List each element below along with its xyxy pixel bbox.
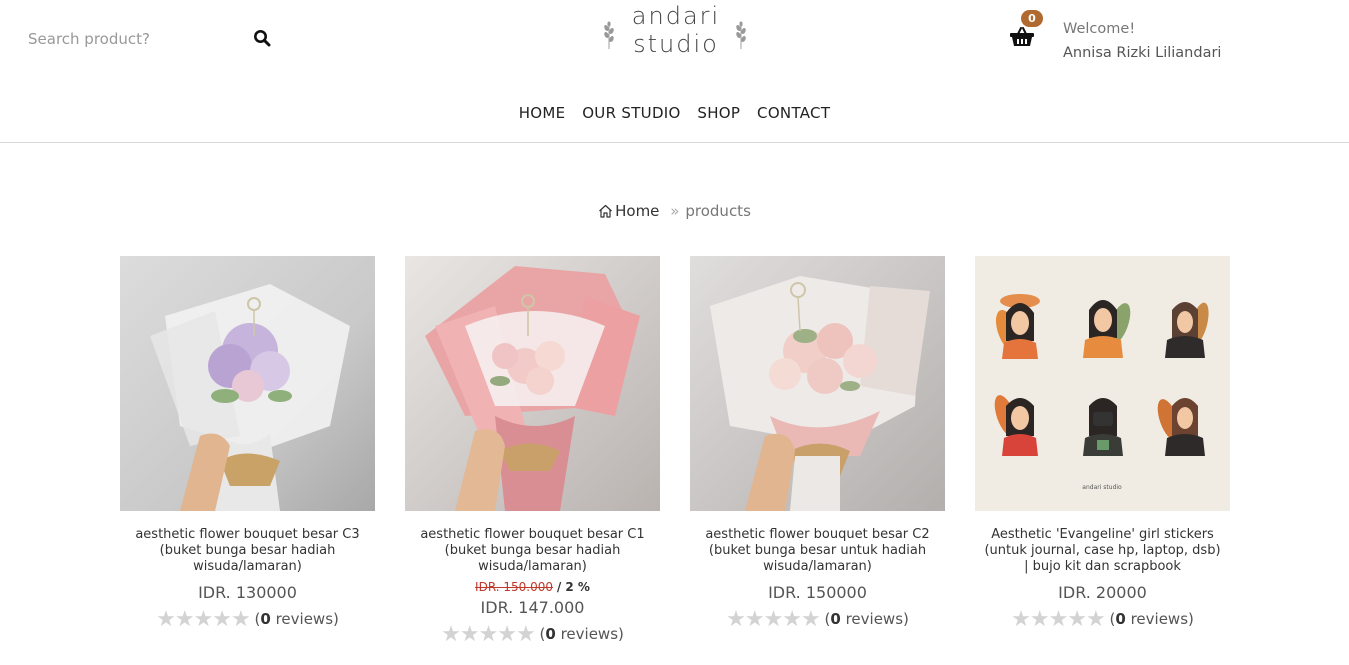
product-image[interactable]	[405, 256, 660, 511]
product-rating: ★★★★★ (0 reviews)	[156, 607, 339, 632]
star-rating-icon: ★★★★★	[726, 607, 821, 632]
product-rating: ★★★★★ (0 reviews)	[1011, 607, 1194, 632]
site-header: andari studio 0 Welcome! Annisa Rizki Li…	[0, 0, 1349, 143]
logo-line-2: studio	[633, 30, 719, 58]
product-old-price-row: IDR. 150.000 / 2 %	[405, 580, 660, 596]
product-image[interactable]	[120, 256, 375, 511]
shopping-basket-icon	[1010, 27, 1034, 46]
product-price: IDR. 130000	[198, 583, 297, 602]
star-rating-icon: ★★★★★	[441, 622, 536, 647]
star-rating-icon: ★★★★★	[156, 607, 251, 632]
logo-line-1: andari	[631, 2, 721, 30]
product-title[interactable]: aesthetic flower bouquet besar C1 (buket…	[405, 527, 660, 575]
reviews-count: 0	[545, 625, 556, 643]
reviews-count: 0	[830, 610, 841, 628]
cart-count-badge: 0	[1021, 10, 1043, 27]
nav-contact[interactable]: CONTACT	[757, 104, 830, 122]
product-image[interactable]	[690, 256, 945, 511]
sprig-left-icon	[604, 21, 614, 49]
search-bar	[28, 27, 278, 51]
breadcrumb: Home » products	[0, 202, 1349, 220]
reviews-label: reviews	[845, 610, 904, 628]
star-rating-icon: ★★★★★	[1011, 607, 1106, 632]
reviews-label: reviews	[1130, 610, 1189, 628]
reviews-label: reviews	[560, 625, 619, 643]
reviews-count: 0	[260, 610, 271, 628]
product-title[interactable]: aesthetic flower bouquet besar C2 (buket…	[690, 527, 945, 575]
product-card[interactable]: aesthetic flower bouquet besar C2 (buket…	[690, 256, 945, 632]
site-logo[interactable]: andari studio	[600, 2, 750, 64]
product-title[interactable]: Aesthetic 'Evangeline' girl stickers (un…	[975, 527, 1230, 575]
main-nav: HOME OUR STUDIO SHOP CONTACT	[0, 104, 1349, 122]
product-price: IDR. 150000	[768, 583, 867, 602]
product-card[interactable]: aesthetic flower bouquet besar C3 (buket…	[120, 256, 375, 632]
product-rating: ★★★★★ (0 reviews)	[441, 622, 624, 647]
reviews-count: 0	[1115, 610, 1126, 628]
user-greeting: Welcome! Annisa Rizki Liliandari	[1063, 17, 1221, 65]
sprig-right-icon	[736, 21, 746, 49]
nav-shop[interactable]: SHOP	[697, 104, 740, 122]
product-rating: ★★★★★ (0 reviews)	[726, 607, 909, 632]
welcome-label: Welcome!	[1063, 21, 1136, 37]
product-card[interactable]: aesthetic flower bouquet besar C1 (buket…	[405, 256, 660, 647]
product-title[interactable]: aesthetic flower bouquet besar C3 (buket…	[120, 527, 375, 575]
product-price: IDR. 20000	[1058, 583, 1147, 602]
breadcrumb-current: products	[685, 202, 751, 220]
nav-our-studio[interactable]: OUR STUDIO	[582, 104, 680, 122]
breadcrumb-separator: »	[670, 202, 680, 220]
nav-home[interactable]: HOME	[519, 104, 566, 122]
breadcrumb-home-label: Home	[615, 202, 660, 220]
product-card[interactable]: andari studio Aesthetic 'Evangeline' gir…	[975, 256, 1230, 632]
breadcrumb-home-link[interactable]: Home	[598, 202, 664, 220]
search-icon[interactable]	[253, 29, 273, 49]
reviews-label: reviews	[275, 610, 334, 628]
home-icon	[599, 204, 613, 218]
product-old-price: IDR. 150.000	[475, 580, 553, 594]
user-name-link[interactable]: Annisa Rizki Liliandari	[1063, 41, 1221, 65]
logo-text: andari studio	[626, 2, 726, 58]
search-input[interactable]	[28, 27, 238, 51]
product-price: IDR. 147.000	[480, 598, 585, 617]
cart-button[interactable]: 0	[1008, 10, 1048, 50]
sticker-sheet-caption: andari studio	[1082, 484, 1122, 491]
product-image[interactable]: andari studio	[975, 256, 1230, 511]
product-discount: / 2 %	[556, 580, 590, 594]
